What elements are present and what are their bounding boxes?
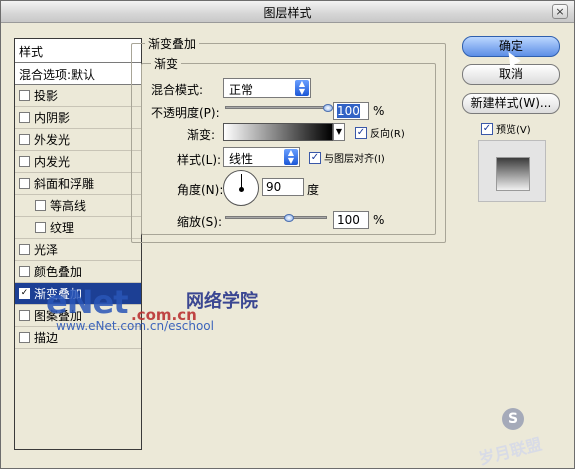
style-list-label: 纹理 — [50, 221, 75, 235]
updown-arrow-icon: ▲ ▼ — [295, 80, 309, 96]
style-list-item[interactable]: 内阴影 — [15, 107, 141, 129]
scale-percent: % — [373, 213, 385, 227]
style-list-label: 斜面和浮雕 — [34, 177, 95, 191]
scale-label: 缩放(S): — [177, 215, 223, 229]
align-layer-label: 与图层对齐(I) — [324, 154, 385, 165]
angle-label: 角度(N): — [177, 183, 224, 197]
scale-slider-thumb[interactable] — [284, 214, 294, 222]
style-list-label: 内发光 — [34, 155, 71, 169]
gradient-label: 渐变: — [187, 128, 216, 142]
style-checkbox[interactable] — [35, 222, 46, 233]
style-list-label: 颜色叠加 — [34, 265, 83, 279]
angle-input[interactable]: 90 — [262, 178, 304, 196]
style-list: 样式 混合选项:默认 投影 内阴影 外发光 内发光 斜面和浮雕 等高线 纹理 光泽 颜色叠加 ✓ 渐… — [14, 38, 142, 450]
style-label: 样式(L): — [177, 153, 222, 167]
style-select[interactable]: 线性 ▲ ▼ — [223, 147, 300, 167]
style-checkbox[interactable] — [19, 156, 30, 167]
logo-letter: S — [502, 408, 524, 430]
angle-dial[interactable] — [223, 170, 259, 206]
align-layer-checkbox[interactable]: ✓ 与图层对齐(I) — [309, 150, 385, 165]
reverse-label: 反向(R) — [370, 129, 405, 140]
blend-mode-select[interactable]: 正常 ▲ ▼ — [223, 78, 311, 98]
style-list-label: 描边 — [34, 331, 59, 345]
style-list-item[interactable]: 光泽 — [15, 239, 141, 261]
reverse-check-icon[interactable]: ✓ — [355, 126, 367, 139]
style-checkbox[interactable]: ✓ — [19, 288, 30, 299]
gradient-overlay-title: 渐变叠加 — [145, 35, 200, 52]
watermark-url: www.eNet.com.cn/eschool — [56, 319, 214, 333]
watermark-brand: eNet — [46, 283, 128, 321]
preview-label: 预览(V) — [496, 125, 531, 136]
scale-input[interactable]: 100 — [333, 211, 369, 229]
preview-check-icon[interactable]: ✓ — [481, 122, 493, 135]
blend-mode-value: 正常 — [229, 83, 254, 97]
style-list-label: 投影 — [34, 89, 59, 103]
reverse-checkbox[interactable]: ✓ 反向(R) — [355, 125, 405, 140]
preview-checkbox[interactable]: ✓ 预览(V) — [481, 121, 531, 136]
watermark-chinese: 网络学院 — [186, 291, 258, 312]
style-list-item[interactable]: 外发光 — [15, 129, 141, 151]
style-checkbox[interactable] — [19, 178, 30, 189]
gradient-picker[interactable] — [223, 123, 333, 141]
preview-swatch — [478, 140, 546, 202]
preview-gradient — [496, 157, 530, 191]
new-style-button[interactable]: 新建样式(W)... — [462, 93, 560, 114]
scale-slider[interactable] — [225, 216, 327, 219]
gradient-dropdown-icon[interactable]: ▼ — [333, 123, 345, 141]
style-list-item[interactable]: 投影 — [15, 85, 141, 107]
close-icon[interactable]: × — [552, 4, 568, 19]
style-list-item[interactable]: 纹理 — [15, 217, 141, 239]
styles-header[interactable]: 样式 — [15, 39, 141, 63]
style-checkbox[interactable] — [19, 134, 30, 145]
updown-arrow-icon: ▲ ▼ — [284, 149, 298, 165]
scale-value: 100 — [337, 213, 360, 227]
site-logo: S 岁月联盟 — [460, 388, 560, 468]
angle-degree-unit: 度 — [307, 183, 320, 197]
style-list-item[interactable]: 颜色叠加 — [15, 261, 141, 283]
style-checkbox[interactable] — [19, 310, 30, 321]
cancel-button[interactable]: 取消 — [462, 64, 560, 85]
angle-value: 90 — [266, 180, 282, 194]
style-checkbox[interactable] — [19, 244, 30, 255]
logo-text: 岁月联盟 — [477, 434, 544, 469]
layer-style-dialog: 图层样式 × 样式 混合选项:默认 投影内阴影外发光内发光斜面和浮雕等高线纹理光… — [0, 0, 575, 469]
dialog-title: 图层样式 — [263, 6, 312, 20]
style-list-label: 等高线 — [50, 199, 87, 213]
opacity-percent: % — [373, 104, 385, 118]
style-value: 线性 — [229, 152, 254, 166]
opacity-input[interactable]: 100 — [333, 102, 369, 120]
gradient-subgroup-title: 渐变 — [151, 55, 182, 72]
blend-mode-label: 混合模式: — [151, 83, 204, 97]
opacity-label: 不透明度(P): — [151, 106, 220, 120]
blend-options-item[interactable]: 混合选项:默认 — [15, 63, 141, 85]
style-list-item[interactable]: 内发光 — [15, 151, 141, 173]
style-checkbox[interactable] — [19, 332, 30, 343]
style-checkbox[interactable] — [19, 112, 30, 123]
opacity-value: 100 — [337, 104, 360, 118]
style-checkbox[interactable] — [19, 90, 30, 101]
opacity-slider[interactable] — [225, 106, 329, 109]
align-check-icon[interactable]: ✓ — [309, 151, 321, 164]
opacity-slider-thumb[interactable] — [323, 104, 333, 112]
style-list-item[interactable]: 等高线 — [15, 195, 141, 217]
style-list-label: 内阴影 — [34, 111, 71, 125]
style-checkbox[interactable] — [35, 200, 46, 211]
style-list-item[interactable]: 斜面和浮雕 — [15, 173, 141, 195]
angle-center — [239, 187, 244, 192]
style-list-label: 光泽 — [34, 243, 59, 257]
style-list-label: 外发光 — [34, 133, 71, 147]
title-bar: 图层样式 × — [1, 1, 574, 23]
style-checkbox[interactable] — [19, 266, 30, 277]
